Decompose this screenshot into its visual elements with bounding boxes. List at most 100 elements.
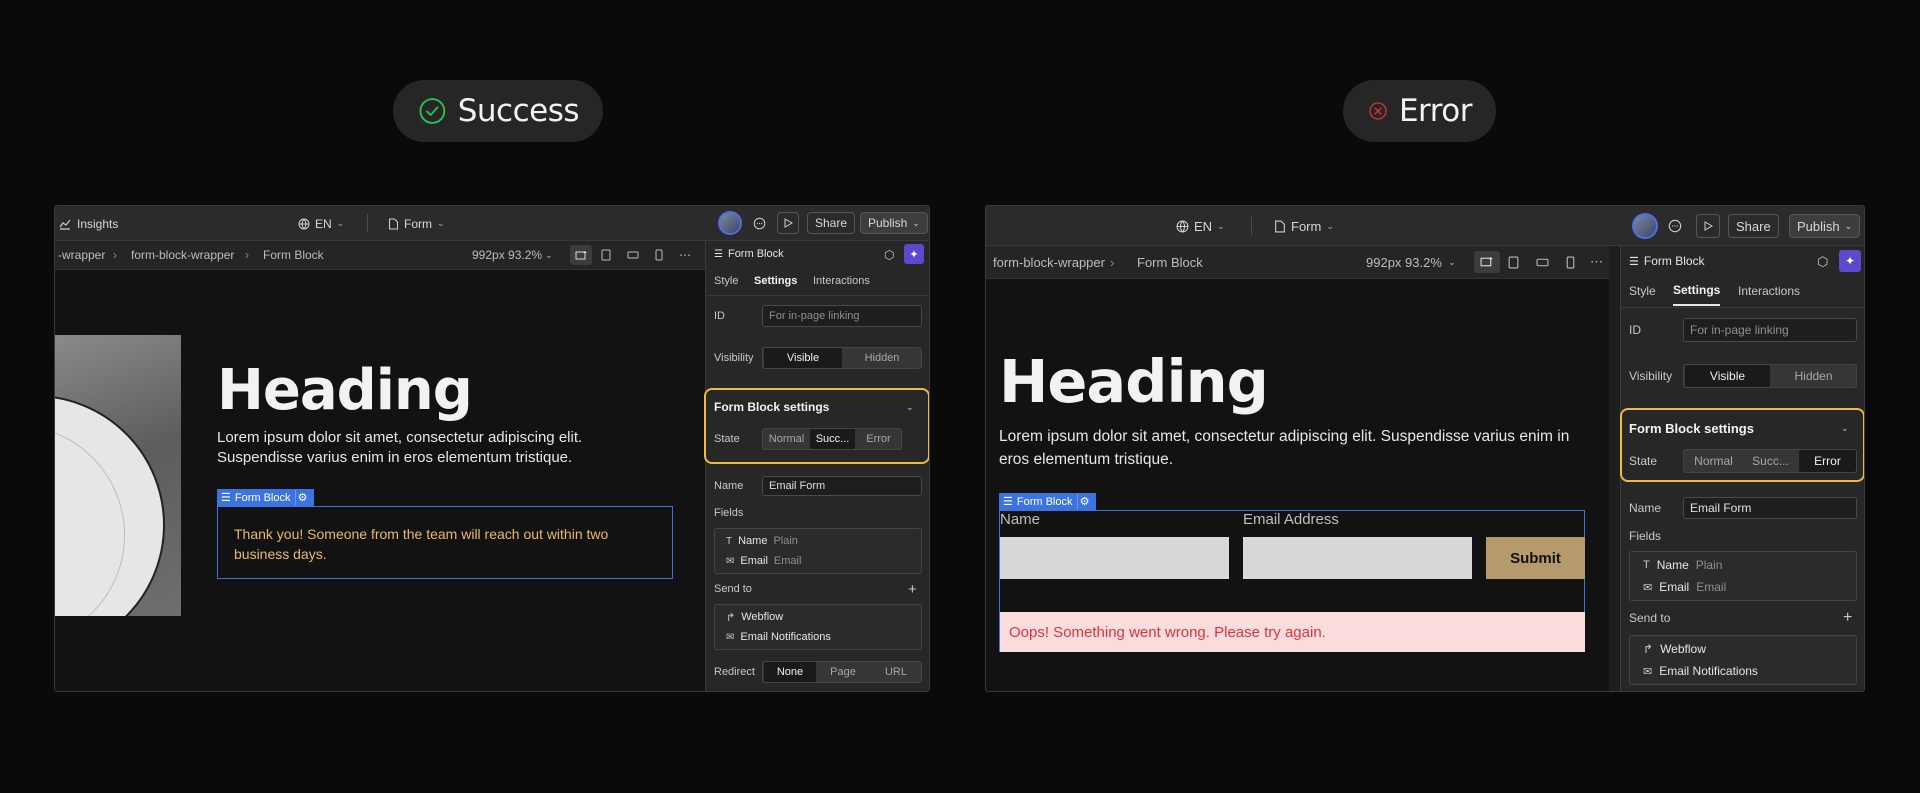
component-icon[interactable]: ⬡ [884,248,894,262]
name-value: Email Form [769,480,826,492]
locale-label: EN [315,216,332,231]
visibility-visible[interactable]: Visible [1685,365,1770,387]
mail-icon: ✉ [726,555,735,567]
breakpoint-desktop-icon[interactable] [1474,251,1500,273]
send-to-item[interactable]: ↱ Webflow [726,608,783,626]
design-canvas[interactable]: Heading Lorem ipsum dolor sit amet, cons… [55,270,705,691]
publish-button[interactable]: Publish ⌄ [1789,214,1861,238]
gear-icon[interactable]: ⚙ [1076,494,1092,509]
id-field[interactable]: For in-page linking [1683,318,1857,342]
state-error[interactable]: Error [856,429,901,449]
name-field[interactable]: Email Form [762,476,922,496]
comments-button[interactable] [748,206,770,241]
ai-assistant-icon[interactable]: ✦ [1839,250,1861,272]
breakpoint-tablet-icon[interactable] [1508,246,1519,278]
send-to-item[interactable]: ✉ Email Notifications [726,628,831,646]
visibility-hidden[interactable]: Hidden [843,348,921,368]
share-button[interactable]: Share [1728,214,1779,238]
page-paragraph[interactable]: Lorem ipsum dolor sit amet, consectetur … [999,425,1589,471]
form-block-settings-title[interactable]: Form Block settings [714,396,829,418]
tab-style[interactable]: Style [1629,276,1656,306]
tab-style[interactable]: Style [714,267,738,295]
breakpoint-landscape-icon[interactable] [1536,246,1549,278]
breakpoint-landscape-icon[interactable] [627,241,639,269]
breadcrumb-item[interactable]: -wrapper [58,241,105,269]
state-success[interactable]: Succ... [1742,450,1799,472]
component-icon[interactable]: ⬡ [1817,254,1828,270]
send-to-item[interactable]: ↱ Webflow [1643,639,1706,659]
more-icon[interactable]: ⋯ [1590,246,1603,278]
state-success[interactable]: Succ... [810,429,855,449]
name-field[interactable]: Email Form [1683,497,1857,519]
field-item[interactable]: T Name Plain [726,532,798,550]
preview-button[interactable] [777,212,799,234]
breakpoint-mobile-icon[interactable] [655,241,663,269]
plus-icon[interactable]: + [1843,607,1852,629]
name-input[interactable] [1000,537,1229,579]
plus-icon[interactable]: + [908,579,917,599]
page-dropdown[interactable]: Form ⌄ [1274,206,1334,246]
breadcrumb-item[interactable]: form-block-wrapper [993,246,1105,278]
field-type: Email [773,555,802,567]
publish-button[interactable]: Publish ⌄ [860,212,928,234]
id-label: ID [714,310,725,322]
tab-settings[interactable]: Settings [1673,276,1721,306]
tab-settings[interactable]: Settings [754,267,797,295]
locale-dropdown[interactable]: EN ⌄ [1176,206,1225,246]
viewport-size[interactable]: 992px 93.2% [1366,246,1442,278]
chevron-down-icon[interactable]: ⌄ [906,396,914,418]
breadcrumb-item[interactable]: form-block-wrapper [131,241,234,269]
field-item[interactable]: ✉ Email Email [726,552,801,570]
page-paragraph[interactable]: Lorem ipsum dolor sit amet, consectetur … [217,428,667,468]
error-message[interactable]: Oops! Something went wrong. Please try a… [1000,612,1585,652]
page-dropdown[interactable]: Form ⌄ [388,206,445,241]
chevron-right-icon: › [1110,254,1115,270]
success-message[interactable]: Thank you! Someone from the team will re… [217,506,673,579]
preview-button[interactable] [1696,214,1720,238]
state-normal[interactable]: Normal [764,429,809,449]
email-input[interactable] [1243,537,1472,579]
ai-assistant-icon[interactable]: ✦ [904,244,924,264]
visibility-hidden[interactable]: Hidden [1771,365,1856,387]
submit-button[interactable]: Submit [1486,537,1585,579]
form-block-tag[interactable]: ☰ Form Block ⚙ [999,493,1096,510]
mail-icon: ✉ [1643,665,1653,678]
avatar[interactable] [718,211,742,235]
viewport-size[interactable]: 992px 93.2% [472,241,542,269]
redirect-none[interactable]: None [764,662,816,682]
page-heading[interactable]: Heading [217,358,473,423]
visibility-visible[interactable]: Visible [764,348,842,368]
form-block-settings-title[interactable]: Form Block settings [1629,416,1754,440]
redirect-page[interactable]: Page [817,662,869,682]
breadcrumb-item[interactable]: Form Block [1137,246,1203,278]
tab-interactions[interactable]: Interactions [1738,276,1800,306]
send-to-item[interactable]: ✉ Email Notifications [1643,661,1758,681]
state-normal[interactable]: Normal [1685,450,1742,472]
breakpoint-tablet-icon[interactable] [601,241,611,269]
breadcrumb-item[interactable]: Form Block [263,241,324,269]
locale-dropdown[interactable]: EN ⌄ [298,206,344,241]
comments-button[interactable] [1664,206,1686,246]
mail-icon: ✉ [1643,581,1653,594]
chevron-down-icon[interactable]: ⌄ [1841,416,1849,440]
form-block-tag[interactable]: ☰ Form Block ⚙ [217,489,314,506]
redirect-url[interactable]: URL [870,662,922,682]
field-item[interactable]: ✉ Email Email [1643,577,1726,597]
state-error[interactable]: Error [1799,450,1856,472]
field-item[interactable]: T Name Plain [1643,555,1722,575]
form-icon: ☰ [221,492,231,504]
top-bar: EN ⌄ Form ⌄ Share Publish ⌄ [986,206,1864,246]
tab-interactions[interactable]: Interactions [813,267,870,295]
chevron-down-icon: ⌄ [1844,220,1853,231]
divider [367,214,368,232]
more-icon[interactable]: ⋯ [679,241,691,269]
page-heading[interactable]: Heading [999,347,1269,416]
breakpoint-desktop-icon[interactable] [570,245,592,265]
share-button[interactable]: Share [807,212,856,234]
insights-button[interactable]: Insights [59,206,118,241]
breakpoint-mobile-icon[interactable] [1566,246,1575,278]
avatar[interactable] [1632,213,1658,239]
design-canvas[interactable]: Heading Lorem ipsum dolor sit amet, cons… [986,279,1609,691]
id-field[interactable]: For in-page linking [762,305,922,327]
gear-icon[interactable]: ⚙ [294,490,310,505]
